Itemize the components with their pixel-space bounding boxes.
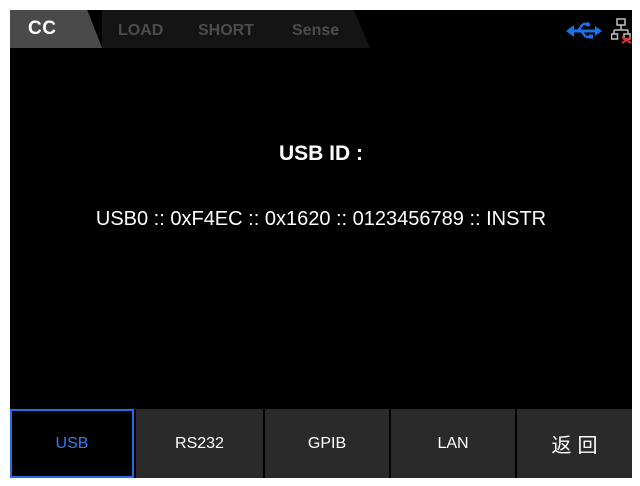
load-indicator: LOAD	[118, 22, 164, 39]
sense-indicator: Sense	[292, 22, 340, 39]
softkey-lan[interactable]: LAN	[389, 409, 515, 478]
network-disconnected-icon	[611, 18, 632, 44]
softkey-back[interactable]: 返回	[515, 409, 632, 478]
status-bar: CC LOAD SHORT Sense	[10, 10, 632, 54]
softkey-rs232[interactable]: RS232	[134, 409, 263, 478]
instrument-screen: CC LOAD SHORT Sense USB ID : USB0:: 0xF…	[10, 10, 632, 478]
usb-id-title: USB ID :	[279, 142, 363, 165]
usb-icon	[566, 22, 602, 39]
softkey-gpib[interactable]: GPIB	[263, 409, 389, 478]
usb-id-value: USB0 :: 0xF4EC :: 0x1620 :: 0123456789 :…	[95, 208, 547, 230]
softkey-bar: USB RS232 GPIB LAN 返回	[10, 409, 632, 478]
mode-label: CC	[28, 18, 57, 39]
softkey-usb[interactable]: USB	[10, 409, 134, 478]
short-indicator: SHORT	[198, 22, 254, 39]
